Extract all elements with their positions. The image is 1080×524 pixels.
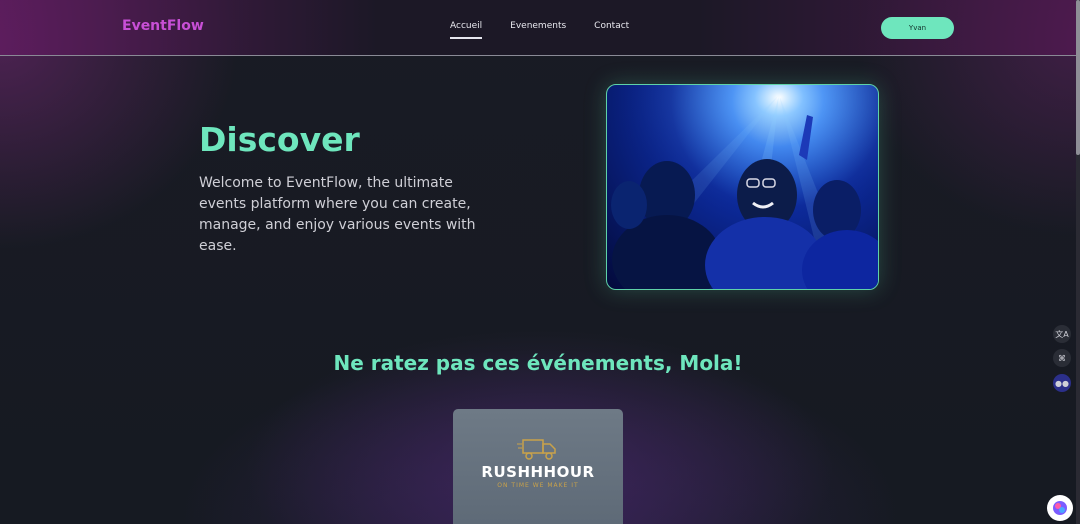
main-nav: Accueil Evenements Contact: [450, 21, 629, 39]
scroll-thumb[interactable]: [1076, 0, 1080, 155]
nav-item-accueil[interactable]: Accueil: [450, 21, 483, 39]
hero-title: Discover: [199, 120, 360, 159]
apps-icon[interactable]: ⌘: [1053, 349, 1071, 367]
hero-description: Welcome to EventFlow, the ultimate event…: [199, 175, 476, 254]
nav-item-contact[interactable]: Contact: [594, 21, 629, 39]
assistant-fab-icon[interactable]: [1047, 495, 1073, 521]
event-card-tagline: ON TIME WE MAKE IT: [497, 482, 579, 489]
events-section-title: Ne ratez pas ces événements, Mola!: [333, 351, 743, 375]
page-scrollbar[interactable]: [1076, 0, 1080, 524]
translate-icon[interactable]: 文A: [1053, 325, 1071, 343]
truck-icon: [517, 437, 559, 465]
concert-crowd-image: [606, 84, 879, 290]
event-card[interactable]: RUSHHHOUR ON TIME WE MAKE IT: [453, 409, 623, 524]
app-logo[interactable]: EventFlow: [122, 18, 204, 34]
top-navbar: EventFlow Accueil Evenements Contact Yva…: [0, 0, 1076, 56]
nav-item-evenements[interactable]: Evenements: [510, 21, 566, 39]
concert-illustration: [607, 85, 878, 289]
discord-icon[interactable]: ●●: [1053, 374, 1071, 392]
event-card-brand: RUSHHHOUR: [481, 463, 595, 481]
user-account-button[interactable]: Yvan: [881, 17, 954, 39]
